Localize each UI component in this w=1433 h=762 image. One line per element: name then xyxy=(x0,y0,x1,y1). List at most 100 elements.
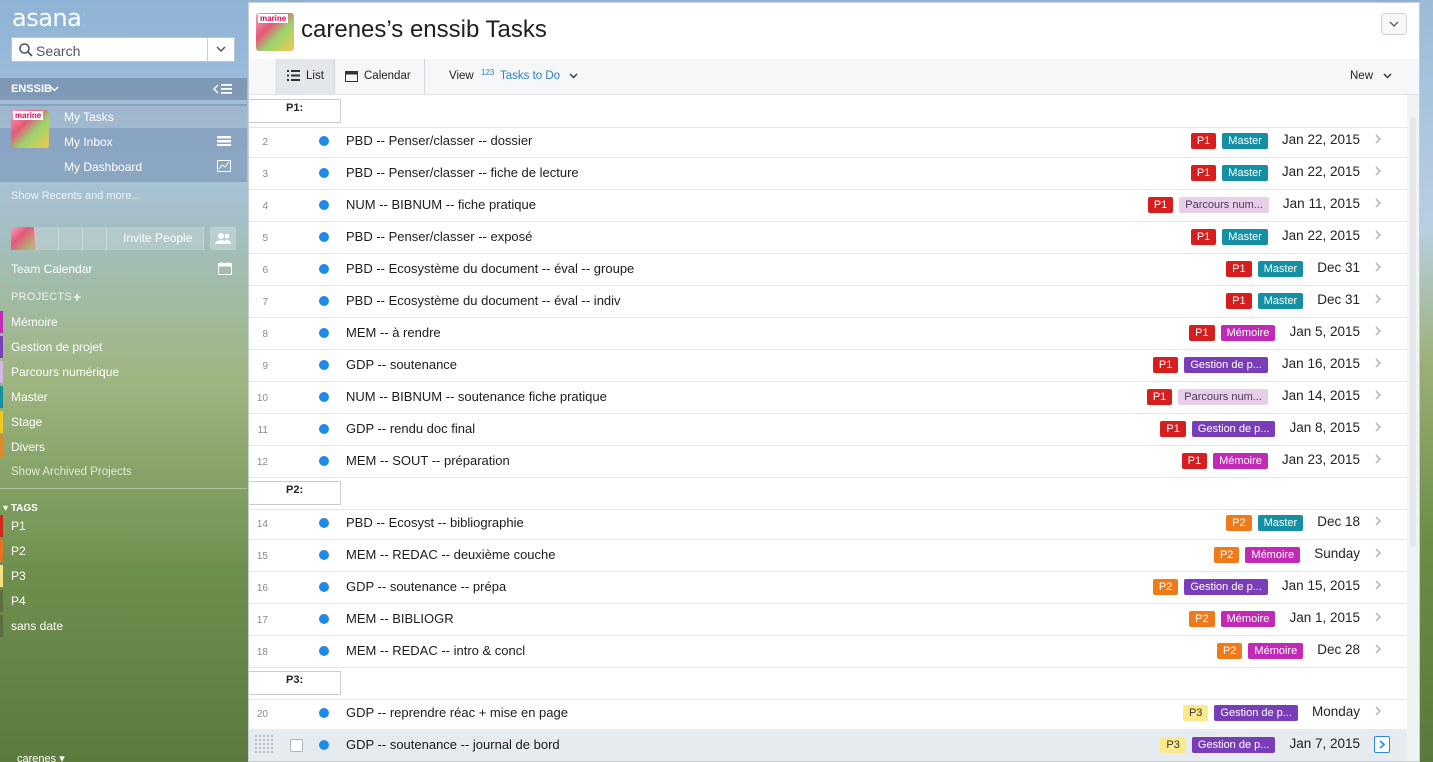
show-recents-link[interactable]: Show Recents and more... xyxy=(11,190,141,202)
task-row[interactable]: 12 MEM -- SOUT -- préparation P1 Mémoire Jan… xyxy=(249,445,1407,478)
task-row[interactable]: 10 NUM -- BIBNUM -- soutenance fiche prat… xyxy=(249,381,1407,414)
tag-pill[interactable]: P1 xyxy=(1190,229,1217,245)
search-options-button[interactable] xyxy=(207,38,234,61)
chevron-right-icon[interactable] xyxy=(1375,294,1381,304)
tag-pill[interactable]: P1 xyxy=(1190,165,1217,181)
task-row[interactable]: 14 PBD -- Ecosyst -- bibliographie P2 Maste… xyxy=(249,507,1407,540)
project-actions-button[interactable] xyxy=(1381,13,1407,35)
tab-calendar[interactable]: Calendar xyxy=(335,59,425,94)
task-due-date[interactable]: Jan 23, 2015 xyxy=(1282,452,1360,467)
task-due-date[interactable]: Jan 16, 2015 xyxy=(1282,356,1360,371)
task-row[interactable]: 15 MEM -- REDAC -- deuxième couche P2 Mémoi… xyxy=(249,539,1407,572)
chevron-right-icon[interactable] xyxy=(1375,326,1381,336)
invite-people-link[interactable]: Invite People xyxy=(123,231,192,245)
search-box[interactable]: Search xyxy=(11,37,235,62)
task-name[interactable]: PBD -- Penser/classer -- fiche de lectur… xyxy=(346,165,579,180)
section-header[interactable]: P1: xyxy=(249,95,1407,128)
tag-pill[interactable]: P2 xyxy=(1216,643,1243,659)
new-button[interactable]: New xyxy=(1350,70,1373,82)
sidebar-tag-p3[interactable]: P3 xyxy=(0,565,247,587)
task-row[interactable]: 5 PBD -- Penser/classer -- exposé P1 Master… xyxy=(249,221,1407,254)
tag-pill[interactable]: P1 xyxy=(1190,133,1217,149)
tag-pill[interactable]: P1 xyxy=(1226,261,1252,277)
task-name[interactable]: PBD -- Penser/classer -- exposé xyxy=(346,229,532,244)
tag-pill[interactable]: Parcours num... xyxy=(1179,197,1269,213)
chevron-right-icon[interactable] xyxy=(1375,262,1381,272)
task-due-date[interactable]: Dec 31 xyxy=(1317,292,1360,307)
task-row[interactable]: 3 PBD -- Penser/classer -- fiche de lectu… xyxy=(249,157,1407,190)
task-due-date[interactable]: Jan 22, 2015 xyxy=(1282,228,1360,243)
task-due-date[interactable]: Jan 14, 2015 xyxy=(1282,388,1360,403)
team-calendar-link[interactable]: Team Calendar xyxy=(11,262,92,276)
task-name[interactable]: PBD -- Penser/classer -- dossier xyxy=(346,133,532,148)
tag-pill[interactable]: Mémoire xyxy=(1213,453,1268,469)
chevron-right-icon[interactable] xyxy=(1375,422,1381,432)
tag-pill[interactable]: P1 xyxy=(1146,389,1173,405)
task-due-date[interactable]: Dec 31 xyxy=(1317,260,1360,275)
task-due-date[interactable]: Monday xyxy=(1312,704,1360,719)
task-name[interactable]: NUM -- BIBNUM -- fiche pratique xyxy=(346,197,536,212)
tag-pill[interactable]: P1 xyxy=(1189,325,1215,341)
search-input[interactable]: Search xyxy=(36,43,80,59)
task-name[interactable]: GDP -- soutenance xyxy=(346,357,457,372)
sidebar-project-parcours[interactable]: Parcours numérique xyxy=(0,361,247,383)
tag-pill[interactable]: P1 xyxy=(1181,453,1208,469)
tag-pill[interactable]: Master xyxy=(1222,133,1268,149)
chevron-right-icon[interactable] xyxy=(1375,548,1381,558)
tag-pill[interactable]: P3 xyxy=(1182,705,1209,721)
nav-my-tasks[interactable]: My Tasks xyxy=(64,110,114,124)
task-due-date[interactable]: Jan 7, 2015 xyxy=(1289,736,1360,751)
task-due-date[interactable]: Dec 28 xyxy=(1317,642,1360,657)
sidebar-project-master[interactable]: Master xyxy=(0,386,247,408)
member-avatar[interactable] xyxy=(11,227,35,250)
open-task-button[interactable] xyxy=(1374,736,1390,753)
tag-pill[interactable]: Master xyxy=(1257,515,1304,531)
chevron-down-icon[interactable] xyxy=(1383,73,1392,79)
task-row[interactable]: 18 MEM -- REDAC -- intro & concl P2 Mémoire… xyxy=(249,635,1407,668)
show-archived-projects-link[interactable]: Show Archived Projects xyxy=(11,466,132,478)
task-name[interactable]: PBD -- Ecosystème du document -- éval --… xyxy=(346,261,634,276)
sidebar-project-stage[interactable]: Stage xyxy=(0,411,247,433)
user-menu[interactable]: carenes ▾ xyxy=(17,752,65,762)
organization-switcher[interactable]: ENSSIB xyxy=(0,77,247,101)
task-row[interactable]: 7 PBD -- Ecosystème du document -- éval -… xyxy=(249,285,1407,318)
member-slot[interactable] xyxy=(35,227,59,250)
section-header[interactable]: P2: xyxy=(249,477,1407,510)
add-project-icon[interactable]: + xyxy=(73,289,81,305)
tag-pill[interactable]: P2 xyxy=(1152,579,1179,595)
sidebar-project-memoire[interactable]: Mémoire xyxy=(0,311,247,333)
tag-pill[interactable]: P1 xyxy=(1147,197,1174,213)
tag-pill[interactable]: P2 xyxy=(1213,547,1240,563)
task-name[interactable]: GDP -- soutenance -- prépa xyxy=(346,579,506,594)
scrollbar-thumb[interactable] xyxy=(1410,117,1416,547)
task-name[interactable]: GDP -- soutenance -- journal de bord xyxy=(346,737,560,752)
scrollbar[interactable] xyxy=(1407,95,1419,761)
task-row[interactable]: 6 PBD -- Ecosystème du document -- éval -… xyxy=(249,253,1407,286)
nav-my-dashboard[interactable]: My Dashboard xyxy=(64,160,142,174)
tag-pill[interactable]: Mémoire xyxy=(1220,325,1276,341)
invite-people-button[interactable] xyxy=(210,227,236,250)
chevron-right-icon[interactable] xyxy=(1375,644,1381,654)
tags-heading[interactable]: ▾ TAGS xyxy=(3,503,38,514)
task-name[interactable]: PBD -- Ecosyst -- bibliographie xyxy=(346,515,524,530)
chevron-right-icon[interactable] xyxy=(1375,198,1381,208)
task-name[interactable]: MEM -- BIBLIOGR xyxy=(346,611,454,626)
sidebar-tag-sans-date[interactable]: sans date xyxy=(0,615,247,637)
chevron-right-icon[interactable] xyxy=(1375,706,1381,716)
asana-logo[interactable]: asana⁚ xyxy=(12,4,86,32)
tag-pill[interactable]: P1 xyxy=(1152,357,1179,373)
sidebar-tag-p1[interactable]: P1 xyxy=(0,515,247,537)
tag-pill[interactable]: P1 xyxy=(1226,293,1252,309)
view-filter-dropdown[interactable]: Tasks to Do xyxy=(500,70,560,82)
tag-pill[interactable]: Master xyxy=(1222,229,1268,245)
task-due-date[interactable]: Sunday xyxy=(1314,546,1360,561)
tag-pill[interactable]: P2 xyxy=(1189,611,1215,627)
sidebar-tag-p4[interactable]: P4 xyxy=(0,590,247,612)
calendar-icon[interactable] xyxy=(218,262,232,275)
tag-pill[interactable]: Gestion de p... xyxy=(1214,705,1298,721)
chevron-down-icon[interactable] xyxy=(569,73,578,79)
task-due-date[interactable]: Jan 15, 2015 xyxy=(1282,578,1360,593)
task-name[interactable]: PBD -- Ecosystème du document -- éval --… xyxy=(346,293,621,308)
tag-pill[interactable]: Master xyxy=(1222,165,1268,181)
task-due-date[interactable]: Jan 11, 2015 xyxy=(1283,196,1360,211)
